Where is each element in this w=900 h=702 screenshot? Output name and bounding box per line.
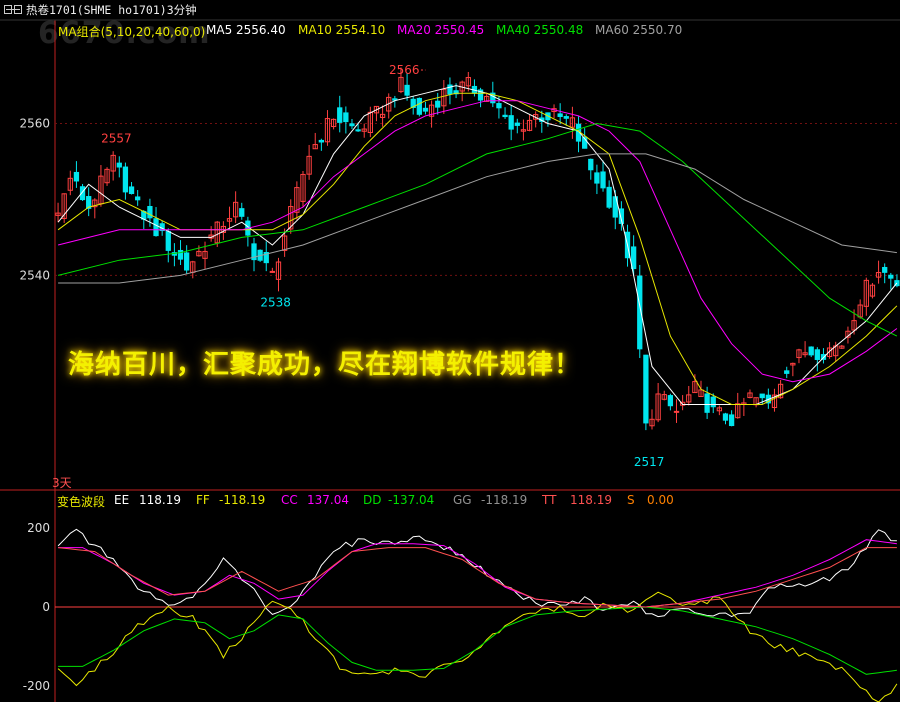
ma-line-ma60 — [58, 153, 897, 284]
candle-body — [606, 186, 612, 208]
candle-body — [514, 122, 520, 126]
candle-body — [808, 346, 814, 356]
candle-body — [888, 274, 894, 279]
chart-root: 热卷1701(SHME ho1701)3分钟 6670.com MA组合(5,1… — [0, 0, 900, 702]
candle-body — [337, 107, 343, 123]
candle-body — [184, 252, 190, 271]
candle-body — [416, 97, 422, 115]
candle-body — [643, 354, 649, 424]
indicator-tick-label: -200 — [23, 679, 50, 693]
candle-body — [147, 206, 153, 219]
indicator-line-ee — [57, 528, 897, 618]
candle-body — [784, 370, 790, 374]
candle-body — [759, 393, 765, 399]
candle-body — [404, 84, 410, 96]
indicator-tick-label: 200 — [27, 521, 50, 535]
candle-body — [355, 129, 361, 132]
candle-body — [496, 103, 502, 109]
candle-body — [588, 158, 594, 171]
candle-body — [318, 139, 325, 143]
price-annotation: 2566 — [389, 63, 420, 77]
candle-body — [722, 413, 729, 421]
candle-body — [557, 113, 563, 117]
candle-body — [882, 266, 888, 273]
price-tick-label: 2560 — [19, 117, 50, 131]
candle-body — [502, 114, 508, 118]
indicator-line-dd — [58, 606, 897, 675]
price-annotation: 2557 — [101, 131, 132, 145]
candle-body — [122, 166, 129, 193]
indicator-line-ff — [57, 591, 898, 702]
candle-body — [343, 112, 349, 123]
candle-body — [239, 208, 245, 217]
candle-body — [508, 115, 514, 130]
indicator-tick-label: 0 — [42, 600, 50, 614]
price-annotation: 2538 — [260, 296, 291, 310]
price-annotation: 2517 — [634, 455, 665, 469]
candle-body — [135, 196, 141, 201]
candle-body — [710, 396, 716, 408]
indicator-line-tt — [58, 547, 897, 608]
candle-body — [600, 171, 606, 189]
price-tick-label: 2540 — [19, 268, 50, 282]
candle-body — [728, 414, 735, 427]
candle-body — [349, 123, 355, 127]
candle-body — [422, 107, 429, 112]
candle-body — [153, 218, 159, 237]
candle-body — [814, 349, 820, 360]
candle-body — [704, 393, 710, 413]
candle-body — [594, 172, 600, 184]
candle-body — [435, 100, 441, 108]
indicator-line-cc — [58, 539, 897, 608]
candle-body — [667, 395, 674, 407]
candle-body — [630, 246, 637, 270]
banner-slogan: 海纳百川，汇聚成功，尽在翔博软件规律！ — [68, 350, 582, 380]
candle-body — [73, 171, 80, 182]
candle-body — [128, 186, 135, 195]
ma-line-ma20 — [57, 100, 898, 383]
candle-body — [269, 270, 276, 273]
candle-body — [673, 410, 680, 413]
period-label: 3天 — [52, 476, 72, 490]
candle-body — [116, 162, 122, 168]
candle-body — [165, 231, 171, 251]
candle-body — [563, 116, 569, 119]
